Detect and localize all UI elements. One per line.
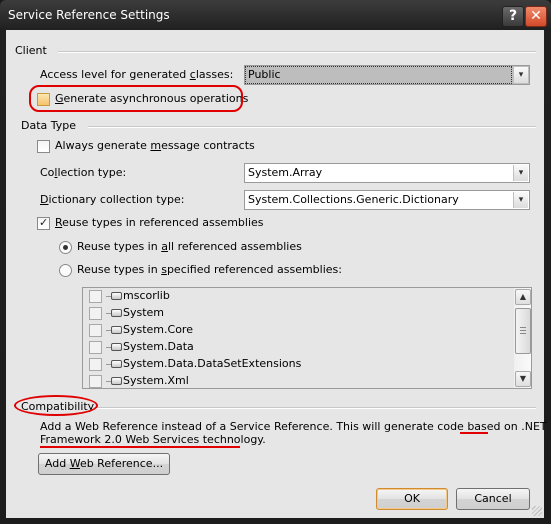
access-level-value: Public: [245, 66, 512, 84]
assembly-checkbox[interactable]: [89, 358, 102, 371]
chevron-down-icon[interactable]: ▾: [513, 165, 528, 181]
assembly-name: mscorlib: [123, 289, 170, 302]
assembly-checkbox[interactable]: [89, 341, 102, 354]
access-level-label: Access level for generated classes:: [40, 68, 234, 81]
add-web-reference-button[interactable]: Add Web Reference...: [38, 453, 170, 475]
access-level-dropdown[interactable]: Public ▾: [244, 65, 530, 85]
dictionary-type-dropdown[interactable]: System.Collections.Generic.Dictionary ▾: [244, 190, 530, 210]
reuse-specified-label[interactable]: Reuse types in specified referenced asse…: [77, 263, 342, 276]
reuse-all-radio[interactable]: [59, 241, 72, 254]
assembly-icon: [111, 377, 122, 385]
assembly-checkbox[interactable]: [89, 290, 102, 303]
data-type-group-label: Data Type: [21, 119, 77, 132]
reuse-types-label[interactable]: Reuse types in referenced assemblies: [55, 216, 264, 229]
assembly-checkbox[interactable]: [89, 307, 102, 320]
annotation-underline-net: [460, 432, 488, 434]
collection-type-dropdown[interactable]: System.Array ▾: [244, 163, 530, 183]
dictionary-type-value: System.Collections.Generic.Dictionary: [248, 193, 459, 206]
grip-line: [520, 330, 526, 331]
assembly-icon: [111, 309, 122, 317]
assembly-name: System.Core: [123, 323, 193, 336]
assembly-name: System.Xml: [123, 374, 189, 387]
assembly-name: System.Data: [123, 340, 194, 353]
compatibility-description-line2: Framework 2.0 Web Services technology.: [40, 433, 266, 446]
grip-line: [520, 333, 526, 334]
data-type-group-divider: [88, 126, 536, 128]
cancel-button[interactable]: Cancel: [456, 488, 530, 510]
ok-button[interactable]: OK: [376, 488, 448, 510]
assembly-icon: [111, 360, 122, 368]
assembly-icon: [111, 343, 122, 351]
assembly-icon: [111, 326, 122, 334]
help-icon[interactable]: ?: [502, 6, 524, 27]
message-contracts-label[interactable]: Always generate message contracts: [55, 139, 255, 152]
scroll-down-icon[interactable]: ▼: [515, 371, 531, 387]
dialog-body: Client Access level for generated classe…: [6, 30, 547, 518]
assembly-name: System: [123, 306, 165, 319]
reuse-all-label[interactable]: Reuse types in all referenced assemblies: [77, 240, 302, 253]
message-contracts-checkbox[interactable]: [37, 140, 50, 153]
dictionary-type-label: Dictionary collection type:: [40, 193, 185, 206]
assemblies-listbox[interactable]: mscorlib System System.Core System.Data: [82, 287, 532, 389]
assembly-checkbox[interactable]: [89, 324, 102, 337]
client-group-label: Client: [15, 44, 47, 57]
chevron-down-icon[interactable]: ▾: [513, 67, 528, 83]
annotation-underline-framework: [40, 446, 240, 448]
scrollbar-thumb[interactable]: [515, 308, 531, 354]
annotation-circle-compatibility: [14, 395, 98, 416]
collection-type-value: System.Array: [248, 166, 323, 179]
assembly-name: System.Data.DataSetExtensions: [123, 357, 302, 370]
close-icon[interactable]: ✕: [525, 6, 547, 27]
reuse-specified-radio[interactable]: [59, 264, 72, 277]
window-title: Service Reference Settings: [8, 8, 170, 22]
grip-line: [520, 327, 526, 328]
reuse-types-checkbox[interactable]: [37, 216, 50, 230]
assembly-checkbox[interactable]: [89, 375, 102, 388]
listbox-scrollbar[interactable]: ▲ ▼: [514, 288, 531, 388]
compatibility-group-divider: [94, 407, 536, 409]
assembly-icon: [111, 292, 122, 300]
title-bar[interactable]: Service Reference Settings ? ✕: [0, 0, 551, 30]
resize-grip[interactable]: [532, 506, 542, 516]
chevron-down-icon[interactable]: ▾: [513, 192, 528, 208]
annotation-highlight-async: [29, 85, 243, 112]
collection-type-label: Collection type:: [40, 166, 127, 179]
dialog-window: Service Reference Settings ? ✕ Client Ac…: [0, 0, 551, 524]
scroll-up-icon[interactable]: ▲: [515, 289, 531, 305]
client-group-divider: [58, 51, 536, 53]
